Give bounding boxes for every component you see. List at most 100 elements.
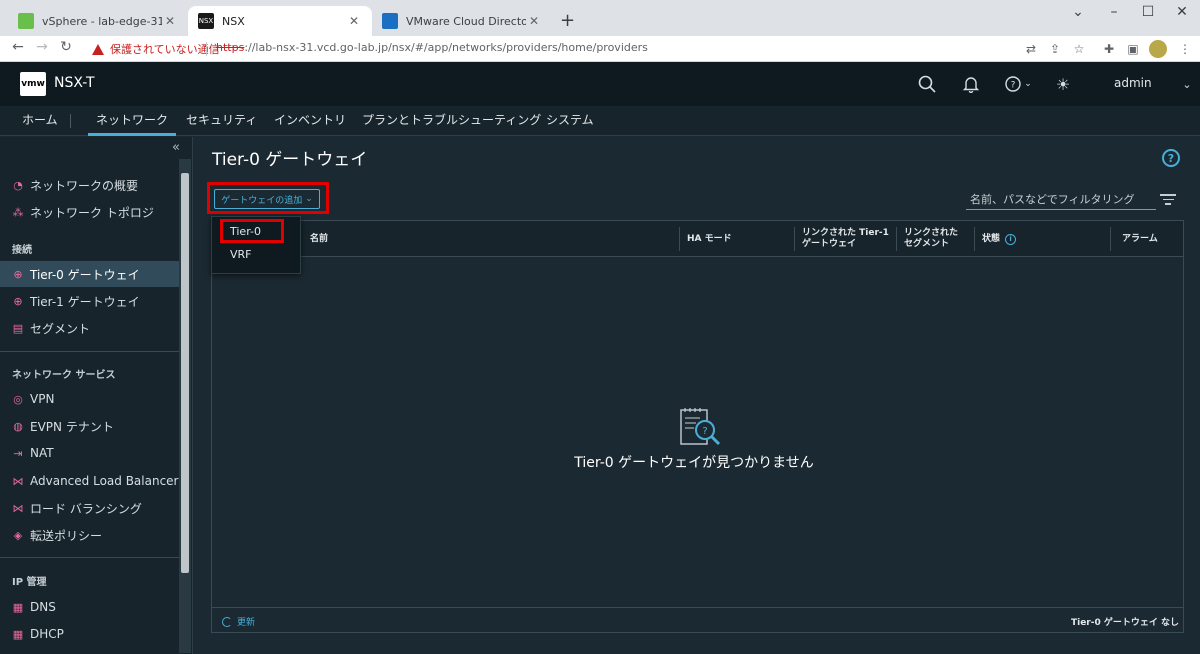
- bookmark-star-icon[interactable]: ☆: [1070, 40, 1088, 58]
- close-icon[interactable]: ✕: [346, 14, 362, 28]
- divider: [0, 351, 179, 352]
- sidebar-item-label: EVPN テナント: [30, 419, 114, 434]
- column-header-status[interactable]: 状態 i: [974, 221, 1017, 257]
- maximize-icon[interactable]: ☐: [1138, 4, 1158, 20]
- search-icon[interactable]: [916, 73, 938, 95]
- close-icon[interactable]: ✕: [526, 14, 542, 28]
- minimize-icon[interactable]: –: [1104, 4, 1124, 20]
- sidebar-item-segments[interactable]: ▤ セグメント: [0, 315, 179, 341]
- theme-toggle-icon[interactable]: ☀: [1052, 73, 1074, 95]
- column-header-name[interactable]: 名前: [302, 221, 328, 257]
- menu-dots-icon[interactable]: ⋮: [1176, 40, 1194, 58]
- user-menu[interactable]: admin: [1114, 76, 1152, 90]
- divider: [206, 42, 207, 56]
- segment-icon: ▤: [12, 321, 24, 335]
- sidebar-item-dns[interactable]: ▦ DNS: [0, 594, 179, 620]
- tab-networking[interactable]: ネットワーク: [88, 106, 177, 136]
- svg-text:?: ?: [702, 426, 707, 437]
- divider: [0, 557, 179, 558]
- collapse-sidebar-icon[interactable]: «: [172, 140, 180, 155]
- reload-icon[interactable]: ↻: [56, 39, 76, 55]
- sidepanel-icon[interactable]: ▣: [1124, 40, 1142, 58]
- bell-icon[interactable]: [960, 73, 982, 95]
- close-icon[interactable]: ✕: [162, 14, 178, 28]
- forwarding-icon: ◈: [13, 528, 23, 542]
- item-count: Tier-0 ゲートウェイ なし: [1070, 618, 1179, 628]
- dropdown-item-vrf[interactable]: VRF: [212, 244, 300, 266]
- tab-inventory[interactable]: インベントリ: [274, 106, 346, 136]
- tab-plan-troubleshoot[interactable]: プランとトラブルシューティング: [362, 106, 541, 136]
- share-icon[interactable]: ⇪: [1046, 40, 1064, 58]
- browser-tab-nsx[interactable]: NSX NSX ✕: [188, 6, 372, 36]
- vcd-favicon-icon: [382, 13, 398, 29]
- highlight-box: [207, 182, 329, 214]
- main-nav: ホーム ネットワーク セキュリティ インベントリ プランとトラブルシューティング…: [0, 106, 1200, 136]
- security-warning-text: 保護されていない通信: [110, 43, 220, 56]
- dashboard-icon: ◔: [13, 178, 23, 192]
- translate-icon[interactable]: ⇄: [1022, 40, 1040, 58]
- url-scheme: https: [216, 41, 245, 54]
- highlight-box: [220, 219, 284, 243]
- sidebar-item-vpn[interactable]: ◎ VPN: [0, 386, 179, 412]
- url-input[interactable]: https://lab-nsx-31.vcd.go-lab.jp/nsx/#/a…: [216, 41, 648, 54]
- chevron-down-icon[interactable]: ⌄: [1068, 4, 1088, 20]
- sidebar-item-label: セグメント: [30, 321, 91, 336]
- sidebar-item-load-balancing[interactable]: ⋈ ロード バランシング: [0, 495, 179, 521]
- tab-title: VMware Cloud Director - 外部ネ: [406, 15, 526, 28]
- chevron-down-icon[interactable]: ⌄: [1176, 73, 1198, 95]
- back-icon[interactable]: ←: [8, 39, 28, 55]
- sidebar-item-label: ロード バランシング: [30, 501, 142, 516]
- column-header-line: リンクされた: [904, 228, 959, 238]
- dhcp-icon: ▦: [12, 627, 24, 641]
- browser-tab-vsphere[interactable]: vSphere - lab-edge-31 - サマリ ✕: [8, 6, 188, 36]
- address-bar: ← → ↻ 保護されていない通信 https://lab-nsx-31.vcd.…: [0, 36, 1200, 62]
- sidebar-item-dhcp[interactable]: ▦ DHCP: [0, 621, 179, 647]
- refresh-label: 更新: [237, 618, 256, 628]
- load-balancer-icon: ⋈: [12, 501, 24, 515]
- sidebar-item-alb[interactable]: ⋈ Advanced Load Balancer: [0, 468, 179, 494]
- sidebar-item-label: NAT: [30, 446, 54, 460]
- profile-avatar[interactable]: [1149, 40, 1167, 58]
- sidebar-item-label: DHCP: [30, 627, 64, 641]
- globe-icon: ⊕: [13, 294, 23, 308]
- refresh-icon: [222, 616, 232, 627]
- sidebar-item-topology[interactable]: ⁂ ネットワーク トポロジ: [0, 199, 179, 225]
- sidebar-item-tier0-gateways[interactable]: ⊕ Tier-0 ゲートウェイ: [0, 261, 179, 287]
- column-header-line: ゲートウェイ: [802, 239, 857, 249]
- tab-title: vSphere - lab-edge-31 - サマリ: [42, 15, 162, 28]
- security-warning[interactable]: 保護されていない通信: [92, 41, 220, 57]
- filter-menu-icon[interactable]: [1160, 194, 1176, 208]
- sidebar-item-evpn[interactable]: ◍ EVPN テナント: [0, 413, 179, 439]
- info-icon[interactable]: i: [1005, 233, 1017, 245]
- help-menu-icon[interactable]: ? ⌄: [1004, 73, 1032, 95]
- forward-icon[interactable]: →: [32, 39, 52, 55]
- tab-security[interactable]: セキュリティ: [186, 106, 257, 136]
- column-header-linked-tier1[interactable]: リンクされた Tier-1 ゲートウェイ: [794, 221, 889, 257]
- nat-icon: ⇥: [13, 446, 23, 460]
- filter-input[interactable]: 名前、パスなどでフィルタリング: [966, 188, 1156, 210]
- vpn-icon: ◎: [13, 392, 23, 406]
- sidebar-item-overview[interactable]: ◔ ネットワークの概要: [0, 172, 179, 198]
- tab-home[interactable]: ホーム: [22, 106, 58, 136]
- column-header-alarms[interactable]: アラーム: [1114, 221, 1158, 257]
- empty-state-message: Tier-0 ゲートウェイが見つかりません: [574, 455, 814, 471]
- sidebar-item-label: ネットワークの概要: [30, 178, 139, 193]
- window-close-icon[interactable]: ✕: [1172, 4, 1192, 20]
- column-header-linked-segments[interactable]: リンクされた セグメント: [896, 221, 958, 257]
- column-divider[interactable]: [1110, 227, 1111, 251]
- browser-tab-vcd[interactable]: VMware Cloud Director - 外部ネ ✕: [372, 6, 552, 36]
- sidebar-item-label: ネットワーク トポロジ: [30, 205, 154, 220]
- new-tab-icon[interactable]: +: [560, 10, 575, 31]
- sidebar-item-tier1-gateways[interactable]: ⊕ Tier-1 ゲートウェイ: [0, 288, 179, 314]
- sidebar-scrollbar-thumb[interactable]: [181, 173, 189, 573]
- sidebar-item-label: DNS: [30, 600, 56, 614]
- table-footer: 更新 Tier-0 ゲートウェイ なし: [212, 607, 1183, 633]
- column-header-ha-mode[interactable]: HA モード: [679, 221, 732, 257]
- tab-system[interactable]: システム: [546, 106, 594, 136]
- refresh-button[interactable]: 更新: [222, 615, 255, 628]
- extensions-icon[interactable]: ✚: [1100, 40, 1118, 58]
- help-icon[interactable]: ?: [1162, 149, 1180, 167]
- sidebar-item-label: VPN: [30, 392, 55, 406]
- sidebar-item-nat[interactable]: ⇥ NAT: [0, 440, 179, 466]
- sidebar-item-forwarding-policy[interactable]: ◈ 転送ポリシー: [0, 522, 179, 548]
